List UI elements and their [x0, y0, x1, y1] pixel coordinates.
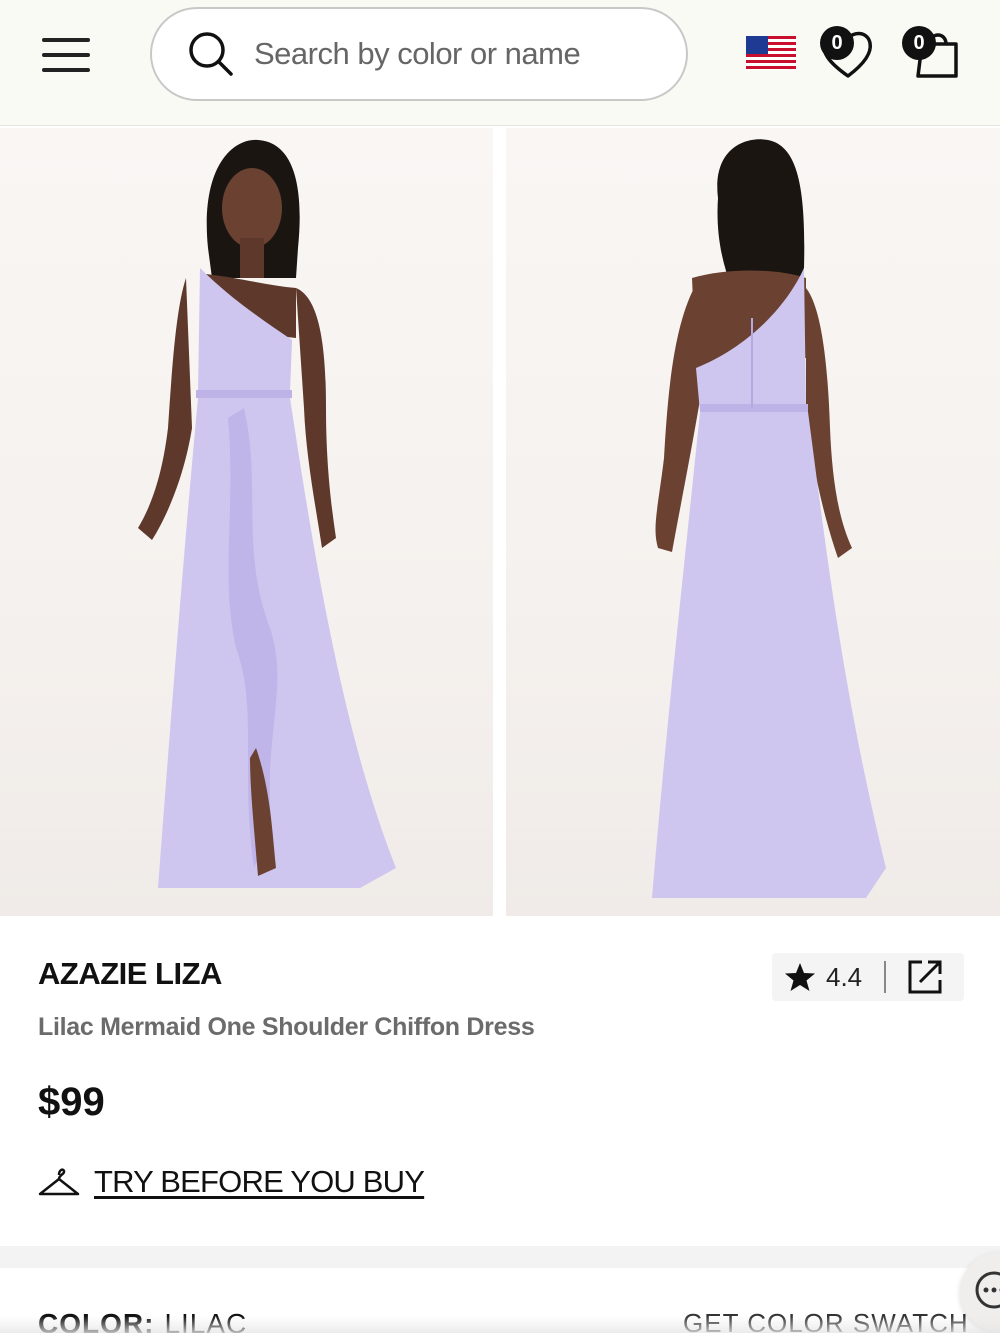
- dress-back-illustration: [652, 139, 886, 898]
- product-gallery[interactable]: [0, 128, 1000, 916]
- dress-front-illustration: [138, 139, 396, 888]
- star-icon[interactable]: [784, 961, 816, 993]
- try-before-you-buy-link[interactable]: TRY BEFORE YOU BUY: [38, 1164, 425, 1200]
- cart-count-badge: 0: [902, 26, 936, 60]
- menu-icon[interactable]: [40, 34, 92, 76]
- product-photo-back[interactable]: [506, 128, 1000, 916]
- wishlist-button[interactable]: 0: [814, 22, 878, 82]
- rating-share-box: 4.4: [772, 953, 964, 1001]
- rating-value[interactable]: 4.4: [826, 962, 862, 993]
- search-icon: [189, 32, 233, 76]
- bottom-fade: [0, 1316, 1000, 1333]
- wishlist-count-badge: 0: [820, 26, 854, 60]
- rating-divider: [884, 961, 887, 993]
- product-page: 0 0: [0, 0, 1000, 1333]
- chat-icon: [975, 1271, 1000, 1309]
- search-input[interactable]: [254, 36, 654, 72]
- section-divider: [0, 1246, 1000, 1268]
- share-icon[interactable]: [906, 958, 944, 996]
- us-flag-icon[interactable]: [746, 36, 796, 70]
- try-before-you-buy-label[interactable]: TRY BEFORE YOU BUY: [94, 1164, 425, 1200]
- hanger-icon: [38, 1168, 80, 1196]
- product-photo-front[interactable]: [0, 128, 493, 916]
- product-price: $99: [38, 1080, 105, 1124]
- top-header: 0 0: [0, 0, 1000, 126]
- product-subtitle: Lilac Mermaid One Shoulder Chiffon Dress: [38, 1013, 535, 1041]
- product-brand-title: AZAZIE LIZA: [38, 956, 222, 991]
- search-bar[interactable]: [150, 7, 688, 101]
- cart-button[interactable]: 0: [896, 22, 964, 82]
